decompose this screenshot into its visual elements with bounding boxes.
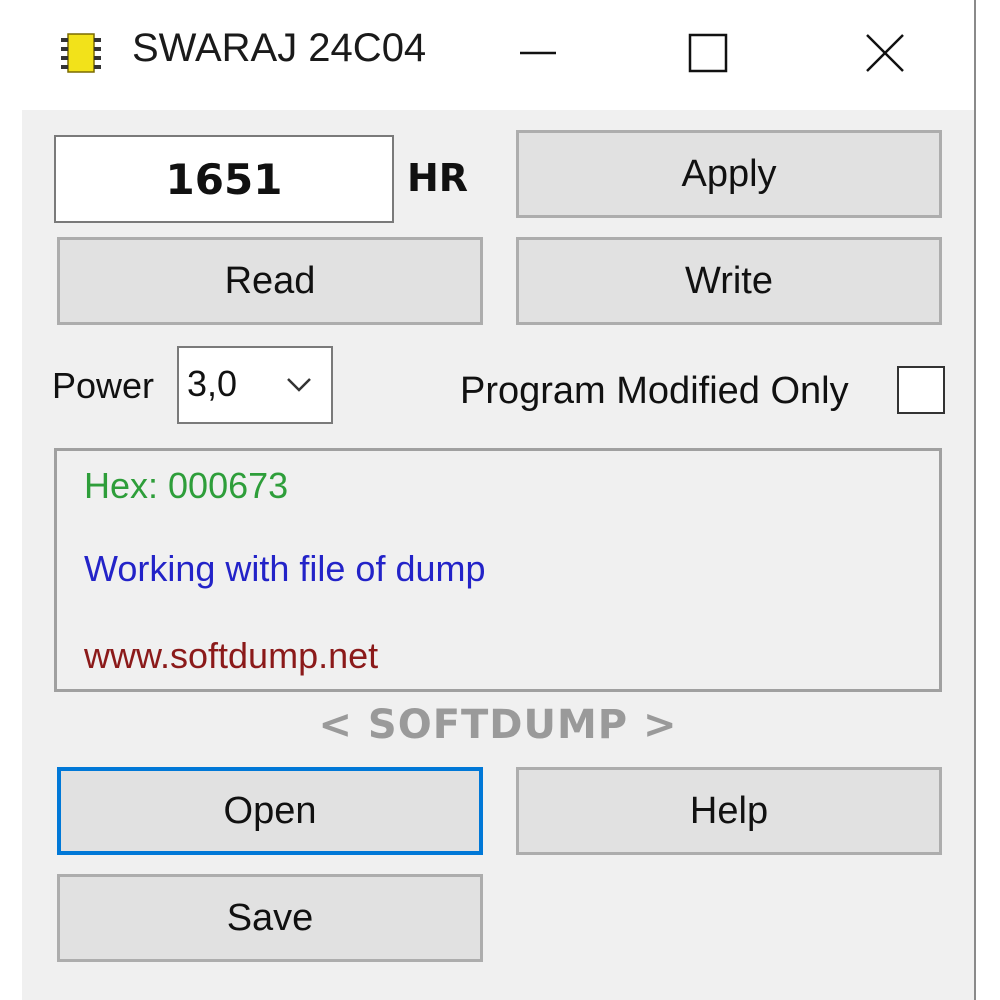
open-button[interactable]: Open [57, 767, 483, 855]
read-button[interactable]: Read [57, 237, 483, 325]
apply-button[interactable]: Apply [516, 130, 942, 218]
program-modified-only-label: Program Modified Only [460, 370, 849, 412]
log-hex-line: Hex: 000673 [84, 465, 289, 506]
window-title: SWARAJ 24C04 [132, 26, 427, 70]
brand-label: < SOFTDUMP > [318, 702, 678, 748]
reading-value-field[interactable]: 1651 [54, 135, 394, 223]
client-area: 1651 HR Apply Read Write Power 3,0 Progr… [22, 110, 974, 1000]
power-select[interactable]: 3,0 [177, 346, 333, 424]
title-bar[interactable]: SWARAJ 24C04 [0, 0, 974, 110]
log-panel: Hex: 000673 Working with file of dump ww… [54, 448, 942, 692]
chip-icon [61, 33, 101, 73]
minimize-button[interactable] [498, 18, 578, 88]
program-modified-only-checkbox[interactable] [897, 366, 945, 414]
log-url-line: www.softdump.net [84, 635, 379, 676]
save-button[interactable]: Save [57, 874, 483, 962]
log-status-line: Working with file of dump [84, 548, 486, 589]
app-window: SWARAJ 24C04 1651 HR Apply Read Write Po… [0, 0, 976, 1000]
close-button[interactable] [845, 18, 925, 88]
write-button[interactable]: Write [516, 237, 942, 325]
close-icon [866, 34, 904, 72]
power-label: Power [52, 365, 155, 406]
power-selected-value: 3,0 [187, 363, 238, 404]
chevron-down-icon[interactable] [283, 368, 315, 400]
maximize-button[interactable] [668, 18, 748, 88]
help-button[interactable]: Help [516, 767, 942, 855]
minimize-icon [520, 51, 556, 55]
reading-unit-label: HR [407, 156, 469, 200]
maximize-icon [688, 33, 728, 73]
